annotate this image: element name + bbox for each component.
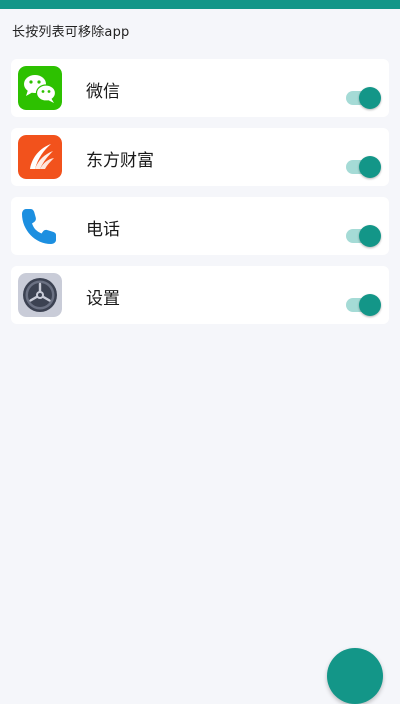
toggle-thumb (359, 87, 381, 109)
eastmoney-icon (18, 135, 62, 179)
app-name-label: 设置 (86, 289, 120, 309)
app-row-settings[interactable]: 设置 (11, 266, 389, 324)
settings-gear-icon (18, 273, 62, 317)
toggle-thumb (359, 294, 381, 316)
app-name-label: 东方财富 (86, 151, 154, 171)
phone-icon (18, 204, 62, 248)
wechat-icon (18, 66, 62, 110)
add-app-button[interactable] (327, 648, 383, 704)
app-row-phone[interactable]: 电话 (11, 197, 389, 255)
phone-toggle[interactable] (346, 225, 382, 247)
app-name-label: 电话 (86, 220, 120, 240)
settings-toggle[interactable] (346, 294, 382, 316)
toggle-thumb (359, 225, 381, 247)
app-list: 微信 东方财富 电话 设置 (11, 59, 389, 335)
app-row-eastmoney[interactable]: 东方财富 (11, 128, 389, 186)
remove-hint-text: 长按列表可移除app (12, 25, 130, 40)
status-bar (0, 0, 400, 9)
app-name-label: 微信 (86, 82, 120, 102)
eastmoney-toggle[interactable] (346, 156, 382, 178)
toggle-thumb (359, 156, 381, 178)
app-row-wechat[interactable]: 微信 (11, 59, 389, 117)
wechat-toggle[interactable] (346, 87, 382, 109)
